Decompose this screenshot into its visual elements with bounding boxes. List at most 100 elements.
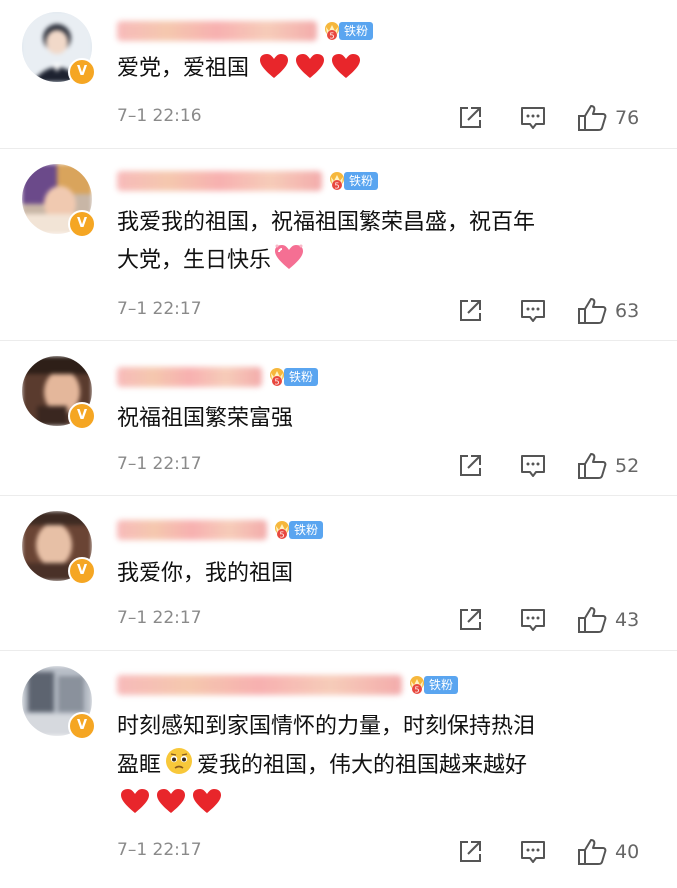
like-button[interactable]: 52 (577, 451, 639, 481)
comment-text: 爱党，爱祖国 (117, 50, 657, 88)
comment-text-content: 盈眶 (117, 753, 162, 778)
fan-badge: 5 铁粉 (273, 519, 324, 541)
heart-icon (156, 788, 186, 814)
fan-level: 5 (414, 686, 419, 695)
fan-level: 5 (274, 378, 279, 387)
comment-icon (519, 453, 547, 479)
username-blurred (117, 171, 322, 191)
comment-actions: 40 (457, 837, 677, 867)
comment-button[interactable] (519, 451, 547, 481)
comment-text-line: 盈眶 爱我的祖国，伟大的祖国越来越好 (117, 746, 657, 785)
comment-text-content: 爱我的祖国，伟大的祖国越来越好 (197, 753, 528, 778)
comment-item: V 5 铁粉 我爱我的祖国，祝福祖国繁荣昌盛，祝百年 大党，生日快乐 7–1 2… (0, 148, 677, 341)
verified-badge: V (68, 712, 96, 740)
username-row[interactable]: 5 铁粉 (117, 16, 374, 46)
share-icon (457, 607, 483, 633)
like-button[interactable]: 63 (577, 296, 639, 326)
comment-actions: 52 (457, 451, 677, 481)
comment-item: V 5 铁粉 时刻感知到家国情怀的力量，时刻保持热泪 盈眶 爱我的祖国，伟大的祖国… (0, 650, 677, 888)
share-icon (457, 298, 483, 324)
comment-button[interactable] (519, 837, 547, 867)
like-count: 43 (615, 609, 640, 631)
share-button[interactable] (457, 837, 483, 867)
comment-text-line: 我爱我的祖国，祝福祖国繁荣昌盛，祝百年 (117, 210, 536, 235)
comment-text: 时刻感知到家国情怀的力量，时刻保持热泪 盈眶 爱我的祖国，伟大的祖国越来越好 (117, 708, 657, 823)
comment-actions: 76 (457, 103, 677, 133)
share-button[interactable] (457, 605, 483, 635)
heart-icon (192, 788, 222, 814)
share-button[interactable] (457, 103, 483, 133)
username-row[interactable]: 5 铁粉 (117, 166, 379, 196)
comment-timestamp: 7–1 22:16 (117, 106, 202, 126)
comment-actions: 63 (457, 296, 677, 326)
comment-text: 我爱你，我的祖国 (117, 561, 294, 586)
fan-badge-label: 铁粉 (289, 521, 324, 539)
like-count: 63 (615, 300, 640, 322)
comment-timestamp: 7–1 22:17 (117, 608, 202, 628)
thumbs-up-icon (577, 452, 607, 480)
heart-icon (295, 53, 325, 79)
sparkling-heart-icon (274, 243, 304, 271)
comment-text-line: 大党，生日快乐 (117, 242, 657, 280)
share-icon (457, 453, 483, 479)
comment-item: V 5 铁粉 我爱你，我的祖国 7–1 22:17 43 (0, 495, 677, 651)
comment-icon (519, 839, 547, 865)
comment-text-line: 时刻感知到家国情怀的力量，时刻保持热泪 (117, 714, 536, 739)
comment-button[interactable] (519, 296, 547, 326)
heart-icon (331, 53, 361, 79)
thumbs-up-icon (577, 297, 607, 325)
thumbs-up-icon (577, 104, 607, 132)
fan-level: 5 (279, 531, 284, 540)
fan-level: 5 (334, 182, 339, 191)
comment-item: V 5 铁粉 祝福祖国繁荣富强 7–1 22:17 52 (0, 340, 677, 496)
verified-badge: V (68, 58, 96, 86)
fan-badge: 5 铁粉 (328, 170, 379, 192)
crown-icon: 5 (408, 675, 426, 695)
comment-timestamp: 7–1 22:17 (117, 299, 202, 319)
comment-text: 祝福祖国繁荣富强 (117, 406, 294, 431)
username-row[interactable]: 5 铁粉 (117, 515, 324, 545)
verified-badge: V (68, 402, 96, 430)
fan-badge-label: 铁粉 (284, 368, 319, 386)
comment-icon (519, 105, 547, 131)
fan-badge-label: 铁粉 (339, 22, 374, 40)
comment-button[interactable] (519, 103, 547, 133)
fan-badge: 5 铁粉 (268, 366, 319, 388)
fan-level: 5 (329, 32, 334, 41)
username-row[interactable]: 5 铁粉 (117, 362, 319, 392)
comment-item: V 5 铁粉 爱党，爱祖国 7–1 22:16 76 (0, 0, 677, 149)
comment-text-content: 大党，生日快乐 (117, 248, 272, 273)
crown-icon: 5 (273, 520, 291, 540)
comment-text: 我爱我的祖国，祝福祖国繁荣昌盛，祝百年 大党，生日快乐 (117, 204, 657, 280)
verified-badge: V (68, 210, 96, 238)
share-button[interactable] (457, 451, 483, 481)
username-blurred (117, 21, 317, 41)
username-row[interactable]: 5 铁粉 (117, 670, 459, 700)
like-button[interactable]: 40 (577, 837, 639, 867)
comment-icon (519, 298, 547, 324)
comment-icon (519, 607, 547, 633)
username-blurred (117, 675, 402, 695)
like-button[interactable]: 43 (577, 605, 639, 635)
fan-badge-label: 铁粉 (344, 172, 379, 190)
like-count: 40 (615, 841, 640, 863)
heart-icon (259, 53, 289, 79)
comment-button[interactable] (519, 605, 547, 635)
like-button[interactable]: 76 (577, 103, 639, 133)
share-button[interactable] (457, 296, 483, 326)
thumbs-up-icon (577, 606, 607, 634)
heart-icon (120, 788, 150, 814)
thumbs-up-icon (577, 838, 607, 866)
username-blurred (117, 367, 262, 387)
crown-icon: 5 (328, 171, 346, 191)
username-blurred (117, 520, 267, 540)
like-count: 52 (615, 455, 640, 477)
share-icon (457, 105, 483, 131)
comment-text-line (117, 785, 657, 823)
comment-actions: 43 (457, 605, 677, 635)
fan-badge: 5 铁粉 (323, 20, 374, 42)
comment-timestamp: 7–1 22:17 (117, 454, 202, 474)
comment-feed: V 5 铁粉 爱党，爱祖国 7–1 22:16 76 V 5 铁粉 我爱我的祖国… (0, 0, 677, 888)
share-icon (457, 839, 483, 865)
verified-badge: V (68, 557, 96, 585)
